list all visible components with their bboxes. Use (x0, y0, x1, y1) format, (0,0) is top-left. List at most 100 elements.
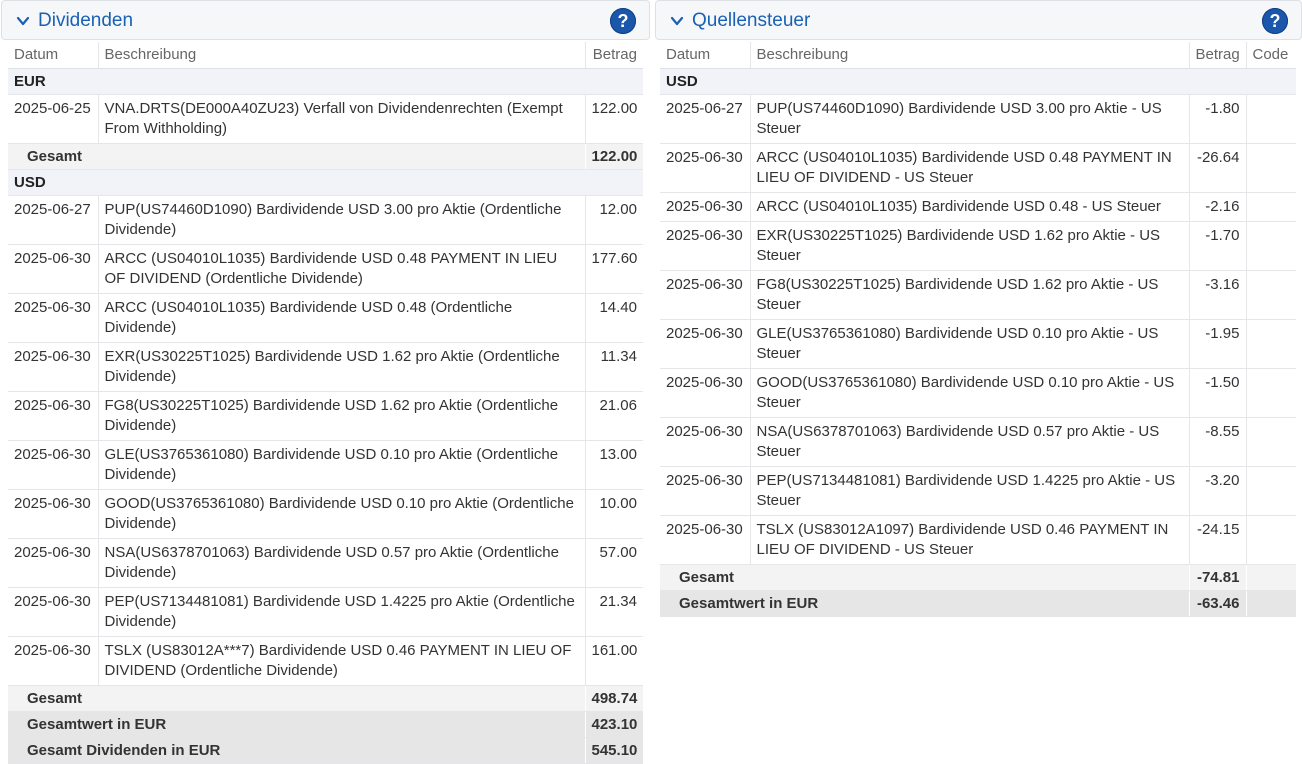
table-row[interactable]: 2025-06-30 ARCC (US04010L1035) Bardividen… (660, 192, 1296, 222)
currency-label: EUR (8, 68, 643, 95)
chevron-down-icon[interactable] (670, 14, 684, 28)
row-description: FG8(US30225T1025) Bardividende USD 1.62 … (750, 270, 1190, 320)
grand-total-row: Gesamt Dividenden in EUR 545.10 (8, 737, 643, 764)
table-row[interactable]: 2025-06-30 ARCC (US04010L1035) Bardividen… (8, 244, 643, 294)
row-amount: -26.64 (1189, 143, 1247, 193)
currency-label: USD (660, 68, 1296, 95)
eur-value-row-code (1245, 590, 1296, 617)
panel-title: Quellensteuer (692, 10, 811, 31)
row-date: 2025-06-30 (8, 587, 99, 637)
table-row[interactable]: 2025-06-30 EXR(US30225T1025) Bardividende… (660, 221, 1296, 271)
row-description: GLE(US3765361080) Bardividende USD 0.10 … (750, 319, 1190, 369)
row-code (1246, 368, 1296, 418)
row-amount: -1.70 (1189, 221, 1247, 271)
row-amount: -3.20 (1189, 466, 1247, 516)
row-date: 2025-06-27 (8, 195, 99, 245)
table-row[interactable]: 2025-06-30 PEP(US7134481081) Bardividende… (660, 466, 1296, 516)
row-description: ARCC (US04010L1035) Bardividende USD 0.4… (750, 192, 1190, 222)
usd-total-row-value: -74.81 (1188, 564, 1246, 591)
table-row[interactable]: 2025-06-27 PUP(US74460D1090) Bardividende… (660, 94, 1296, 144)
row-code (1246, 319, 1296, 369)
eur-value-row-value: -63.46 (1188, 590, 1246, 617)
row-description: ARCC (US04010L1035) Bardividende USD 0.4… (98, 293, 586, 343)
row-date: 2025-06-30 (660, 192, 751, 222)
row-amount: -24.15 (1189, 515, 1247, 565)
row-description: NSA(US6378701063) Bardividende USD 0.57 … (750, 417, 1190, 467)
column-header-betrag[interactable]: Betrag (1189, 42, 1247, 69)
row-description: NSA(US6378701063) Bardividende USD 0.57 … (98, 538, 586, 588)
table-row[interactable]: 2025-06-30 GLE(US3765361080) Bardividende… (8, 440, 643, 490)
table-row[interactable]: 2025-06-27 PUP(US74460D1090) Bardividende… (8, 195, 643, 245)
column-header-code[interactable]: Code (1246, 42, 1296, 69)
column-header-beschreibung[interactable]: Beschreibung (750, 42, 1190, 69)
usd-total-row: Gesamt -74.81 (660, 564, 1296, 591)
eur-value-row: Gesamtwert in EUR -63.46 (660, 590, 1296, 617)
row-description: PEP(US7134481081) Bardividende USD 1.422… (750, 466, 1190, 516)
column-header-datum[interactable]: Datum (660, 42, 751, 69)
table-row[interactable]: 2025-06-30 TSLX (US83012A***7) Bardividen… (8, 636, 643, 686)
help-icon[interactable]: ? (610, 8, 636, 34)
row-description: GOOD(US3765361080) Bardividende USD 0.10… (750, 368, 1190, 418)
row-description: PUP(US74460D1090) Bardividende USD 3.00 … (750, 94, 1190, 144)
row-description: FG8(US30225T1025) Bardividende USD 1.62 … (98, 391, 586, 441)
row-amount: 57.00 (585, 538, 643, 588)
eur-value-row-label: Gesamtwert in EUR (8, 711, 585, 738)
table-row[interactable]: 2025-06-30 FG8(US30225T1025) Bardividende… (8, 391, 643, 441)
row-amount: -1.50 (1189, 368, 1247, 418)
row-code (1246, 221, 1296, 271)
table-row[interactable]: 2025-06-30 ARCC (US04010L1035) Bardividen… (8, 293, 643, 343)
quellensteuer-header[interactable]: Quellensteuer ? (655, 0, 1302, 40)
row-date: 2025-06-30 (660, 270, 751, 320)
table-row[interactable]: 2025-06-30 FG8(US30225T1025) Bardividende… (660, 270, 1296, 320)
row-amount: 14.40 (585, 293, 643, 343)
row-amount: 13.00 (585, 440, 643, 490)
row-date: 2025-06-30 (660, 221, 751, 271)
row-date: 2025-06-30 (660, 319, 751, 369)
dividenden-header[interactable]: Dividenden ? (1, 0, 650, 40)
row-date: 2025-06-30 (8, 293, 99, 343)
row-code (1246, 270, 1296, 320)
table-row[interactable]: 2025-06-30 GOOD(US3765361080) Bardividend… (8, 489, 643, 539)
row-code (1246, 192, 1296, 222)
table-row[interactable]: 2025-06-30 PEP(US7134481081) Bardividende… (8, 587, 643, 637)
table-row[interactable]: 2025-06-30 GOOD(US3765361080) Bardividend… (660, 368, 1296, 418)
currency-group-row: EUR (8, 68, 643, 95)
row-amount: 177.60 (585, 244, 643, 294)
column-header-datum[interactable]: Datum (8, 42, 99, 69)
table-row[interactable]: 2025-06-25 VNA.DRTS(DE000A40ZU23) Verfall… (8, 94, 643, 144)
row-code (1246, 515, 1296, 565)
row-amount: 21.34 (585, 587, 643, 637)
row-date: 2025-06-25 (8, 94, 99, 144)
row-description: EXR(US30225T1025) Bardividende USD 1.62 … (98, 342, 586, 392)
row-date: 2025-06-30 (8, 489, 99, 539)
table-row[interactable]: 2025-06-30 GLE(US3765361080) Bardividende… (660, 319, 1296, 369)
row-date: 2025-06-30 (660, 417, 751, 467)
table-row[interactable]: 2025-06-30 NSA(US6378701063) Bardividende… (660, 417, 1296, 467)
usd-total-row-value: 498.74 (584, 685, 643, 712)
row-date: 2025-06-30 (660, 515, 751, 565)
quellensteuer-table: Datum Beschreibung Betrag Code USD 2025-0… (660, 42, 1296, 617)
grand-total-row-value: 545.10 (584, 737, 643, 764)
currency-group-row: USD (660, 68, 1296, 95)
row-description: GLE(US3765361080) Bardividende USD 0.10 … (98, 440, 586, 490)
usd-total-row-label: Gesamt (8, 685, 585, 712)
table-row[interactable]: 2025-06-30 ARCC (US04010L1035) Bardividen… (660, 143, 1296, 193)
usd-total-row-label: Gesamt (660, 564, 1189, 591)
row-code (1246, 466, 1296, 516)
table-row[interactable]: 2025-06-30 EXR(US30225T1025) Bardividende… (8, 342, 643, 392)
row-description: ARCC (US04010L1035) Bardividende USD 0.4… (98, 244, 586, 294)
table-row[interactable]: 2025-06-30 NSA(US6378701063) Bardividende… (8, 538, 643, 588)
row-amount: -1.95 (1189, 319, 1247, 369)
eur-total-row-label: Gesamt (8, 143, 585, 170)
row-amount: 10.00 (585, 489, 643, 539)
row-date: 2025-06-30 (8, 538, 99, 588)
row-date: 2025-06-27 (660, 94, 751, 144)
help-icon[interactable]: ? (1262, 8, 1288, 34)
column-header-betrag[interactable]: Betrag (585, 42, 643, 69)
row-date: 2025-06-30 (8, 391, 99, 441)
row-amount: -3.16 (1189, 270, 1247, 320)
table-row[interactable]: 2025-06-30 TSLX (US83012A1097) Bardividen… (660, 515, 1296, 565)
row-date: 2025-06-30 (8, 636, 99, 686)
column-header-beschreibung[interactable]: Beschreibung (98, 42, 586, 69)
chevron-down-icon[interactable] (16, 14, 30, 28)
